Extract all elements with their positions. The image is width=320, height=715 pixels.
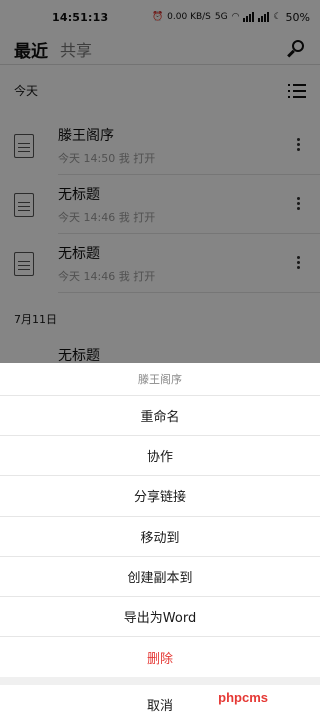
action-sheet: 滕王阁序 重命名 协作 分享链接 移动到 创建副本到 导出为Word 删除 取消 [0,363,320,715]
move-to-option[interactable]: 移动到 [0,517,320,557]
export-word-option[interactable]: 导出为Word [0,597,320,638]
sheet-divider [0,677,320,686]
share-link-option[interactable]: 分享链接 [0,476,320,517]
watermark: phpcms [218,690,268,705]
cancel-button[interactable]: 取消 [0,685,320,715]
collaborate-option[interactable]: 协作 [0,436,320,477]
sheet-title: 滕王阁序 [0,363,320,396]
create-copy-option[interactable]: 创建副本到 [0,557,320,597]
rename-option[interactable]: 重命名 [0,396,320,437]
delete-option[interactable]: 删除 [0,637,320,677]
